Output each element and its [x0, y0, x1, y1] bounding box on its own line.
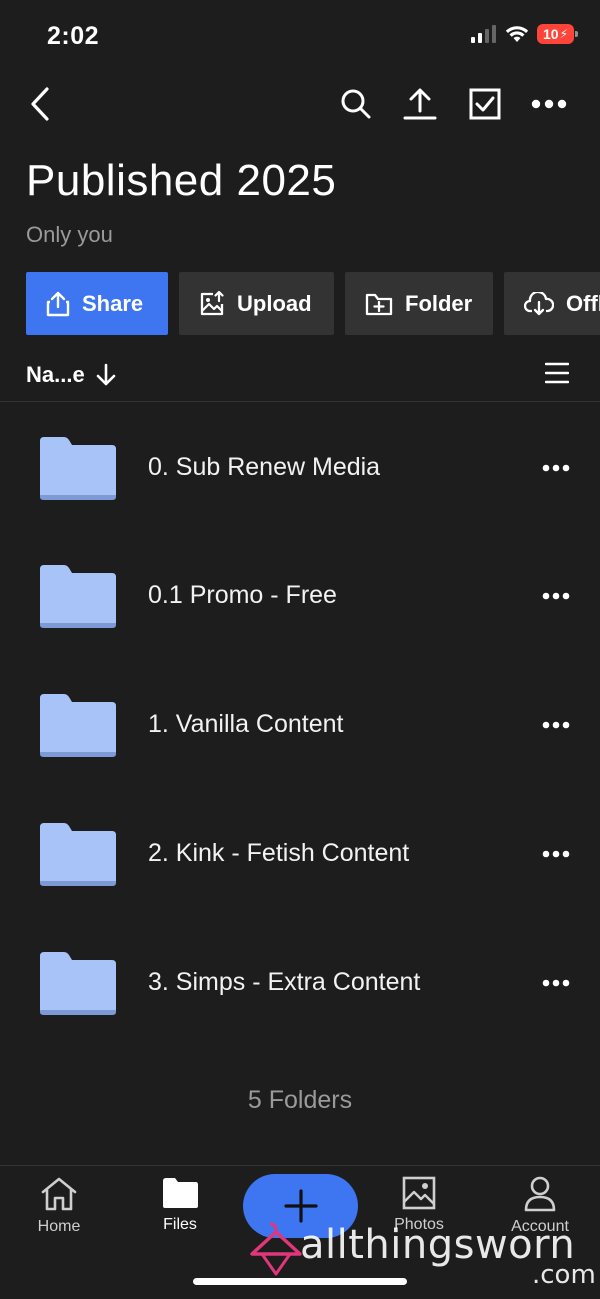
search-icon: [341, 89, 371, 119]
list-item[interactable]: 0. Sub Renew Media: [0, 403, 600, 531]
new-folder-icon: [365, 293, 393, 315]
view-mode-button[interactable]: [542, 358, 572, 388]
share-icon: [46, 291, 70, 316]
folder-name: 1. Vanilla Content: [148, 710, 344, 738]
tab-home[interactable]: Home: [14, 1176, 104, 1236]
row-options-button[interactable]: [540, 839, 572, 869]
upload-button[interactable]: [394, 78, 446, 130]
row-options-button[interactable]: [540, 710, 572, 740]
top-toolbar: [0, 78, 600, 134]
folder-icon: [40, 823, 116, 886]
sort-label: Na...e: [26, 362, 85, 387]
offline-button[interactable]: Offl: [504, 272, 600, 335]
new-folder-button[interactable]: Folder: [345, 272, 493, 335]
wifi-icon: [505, 26, 529, 42]
folder-label: Folder: [405, 290, 473, 316]
more-options-button[interactable]: [523, 78, 575, 130]
upload-icon: [403, 88, 437, 120]
offline-label: Offl: [566, 290, 600, 316]
folder-icon: [163, 1178, 198, 1208]
tab-home-label: Home: [37, 1218, 81, 1235]
folder-icon: [40, 952, 116, 1015]
more-horizontal-icon: [542, 721, 570, 729]
charging-icon: ⚡: [559, 27, 568, 41]
more-horizontal-icon: [542, 592, 570, 600]
folder-count: 5 Folders: [247, 1086, 353, 1114]
upload-label: Upload: [237, 290, 312, 316]
arrow-down-icon: [96, 363, 116, 386]
list-item[interactable]: 0.1 Promo - Free: [0, 531, 600, 659]
folder-icon: [40, 437, 116, 500]
select-button[interactable]: [459, 78, 511, 130]
folder-name: 3. Simps - Extra Content: [148, 968, 421, 996]
upload-photo-icon: [200, 290, 224, 315]
folder-name: 2. Kink - Fetish Content: [148, 839, 410, 867]
watermark-suffix: .com: [532, 1260, 596, 1290]
sort-row: Na...e: [0, 352, 600, 402]
battery-indicator: 10 ⚡: [537, 24, 578, 44]
more-horizontal-icon: [542, 850, 570, 858]
page-title: Published 2025: [26, 156, 337, 205]
status-time: 2:02: [47, 22, 100, 50]
list-view-icon: [545, 362, 569, 384]
more-horizontal-icon: [542, 464, 570, 472]
sharing-status: Only you: [26, 222, 113, 247]
upload-action-button[interactable]: Upload: [179, 272, 334, 335]
photos-icon: [402, 1176, 436, 1210]
more-horizontal-icon: [542, 979, 570, 987]
list-item[interactable]: 3. Simps - Extra Content: [0, 918, 600, 1046]
checkbox-icon: [469, 88, 501, 120]
folder-name: 0. Sub Renew Media: [148, 453, 381, 481]
row-options-button[interactable]: [540, 968, 572, 998]
tab-files[interactable]: Files: [135, 1176, 225, 1234]
status-icons: 10 ⚡: [471, 24, 578, 44]
row-options-button[interactable]: [540, 453, 572, 483]
action-bar: Share Upload Folder Offl: [26, 272, 600, 336]
chevron-left-icon: [31, 87, 49, 121]
folder-icon: [40, 565, 116, 628]
list-item[interactable]: 2. Kink - Fetish Content: [0, 789, 600, 917]
signal-icon: [471, 25, 496, 43]
search-button[interactable]: [330, 78, 382, 130]
battery-level: 10: [542, 26, 559, 42]
list-item[interactable]: 1. Vanilla Content: [0, 660, 600, 788]
home-icon: [41, 1177, 77, 1211]
share-label: Share: [82, 290, 144, 316]
folder-name: 0.1 Promo - Free: [148, 581, 337, 609]
sort-button[interactable]: Na...e: [26, 362, 117, 388]
more-horizontal-icon: [531, 99, 567, 109]
status-bar: 2:02 10 ⚡: [0, 0, 600, 72]
hanger-logo-icon: [250, 1222, 302, 1276]
back-button[interactable]: [14, 78, 66, 130]
tab-files-label: Files: [163, 1216, 197, 1233]
watermark: allthingsworn .com: [248, 1218, 598, 1290]
folder-icon: [40, 694, 116, 757]
share-button[interactable]: Share: [26, 272, 168, 335]
account-icon: [524, 1176, 556, 1212]
cloud-download-icon: [524, 291, 554, 315]
row-options-button[interactable]: [540, 581, 572, 611]
